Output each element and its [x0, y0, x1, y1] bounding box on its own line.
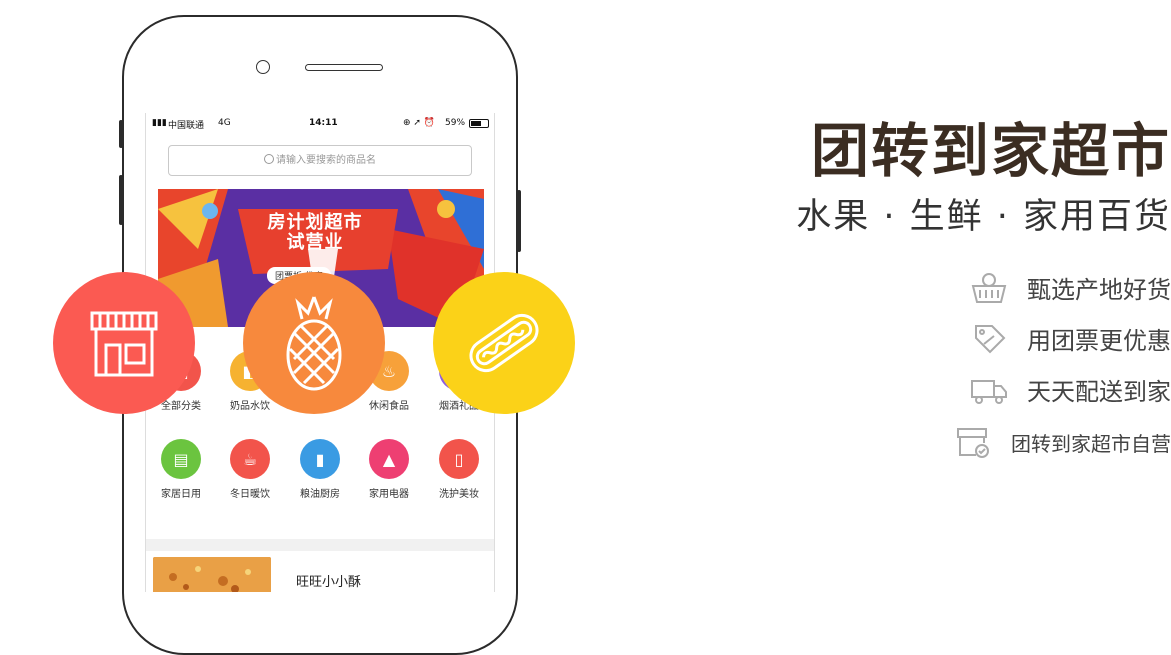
category-household[interactable]: ▤ 家居日用	[151, 439, 211, 500]
feature-item: 团转到家超市自营	[953, 425, 1171, 459]
product-name[interactable]: 旺旺小小酥	[296, 571, 361, 590]
phone-camera	[256, 60, 270, 74]
pump-bottle-icon: ▯	[439, 439, 479, 479]
lamp-icon: ▲	[369, 439, 409, 479]
phone-speaker	[305, 64, 383, 71]
basket-icon	[969, 271, 1009, 305]
search-icon	[264, 154, 274, 164]
coupon-icon	[969, 322, 1009, 356]
phone-side-button-left	[119, 120, 123, 148]
category-kitchen[interactable]: ▮ 粮油厨房	[290, 439, 350, 500]
search-placeholder: 请输入要搜索的商品名	[276, 155, 376, 166]
section-divider	[146, 539, 494, 551]
feature-item: 甄选产地好货	[969, 270, 1171, 305]
category-beauty[interactable]: ▯ 洗护美妆	[429, 439, 489, 500]
status-icons: ⊕ ➚ ⏰	[403, 118, 436, 128]
oil-bottle-icon: ▮	[300, 439, 340, 479]
truck-icon	[969, 373, 1009, 407]
cup-icon: ☕	[230, 439, 270, 479]
banner-title: 房计划超市 试营业	[267, 212, 363, 253]
search-input[interactable]: 请输入要搜索的商品名	[168, 145, 472, 176]
hotdog-circle	[433, 272, 575, 414]
feature-item: 用团票更优惠	[969, 321, 1171, 356]
battery-label: 59%	[445, 118, 466, 128]
signal-icon: ▮▮▮	[152, 118, 167, 128]
pineapple-circle	[243, 272, 385, 414]
phone-side-button-left-2	[119, 175, 123, 225]
store-check-icon	[953, 425, 993, 459]
product-image[interactable]	[153, 557, 271, 592]
feature-item: 天天配送到家	[969, 372, 1171, 407]
phone-side-button-right	[517, 190, 521, 252]
network-label: 4G	[218, 118, 231, 128]
store-icon	[90, 311, 158, 377]
carrier-label: 中国联通	[168, 121, 205, 131]
pineapple-icon	[286, 296, 342, 391]
hotdog-icon	[469, 313, 539, 373]
clock: 14:11	[309, 118, 338, 128]
product-image-art	[153, 557, 271, 592]
hero-subtitle: 水果 · 生鲜 · 家用百货	[796, 197, 1171, 237]
hero-title: 团转到家超市	[810, 117, 1171, 185]
battery-icon	[469, 119, 489, 128]
store-circle	[53, 272, 195, 414]
tissue-icon: ▤	[161, 439, 201, 479]
status-bar: ▮▮▮ 中国联通 4G 14:11 ⊕ ➚ ⏰ 59%	[146, 113, 494, 135]
category-warm-drinks[interactable]: ☕ 冬日暖饮	[220, 439, 280, 500]
category-appliances[interactable]: ▲ 家用电器	[359, 439, 419, 500]
